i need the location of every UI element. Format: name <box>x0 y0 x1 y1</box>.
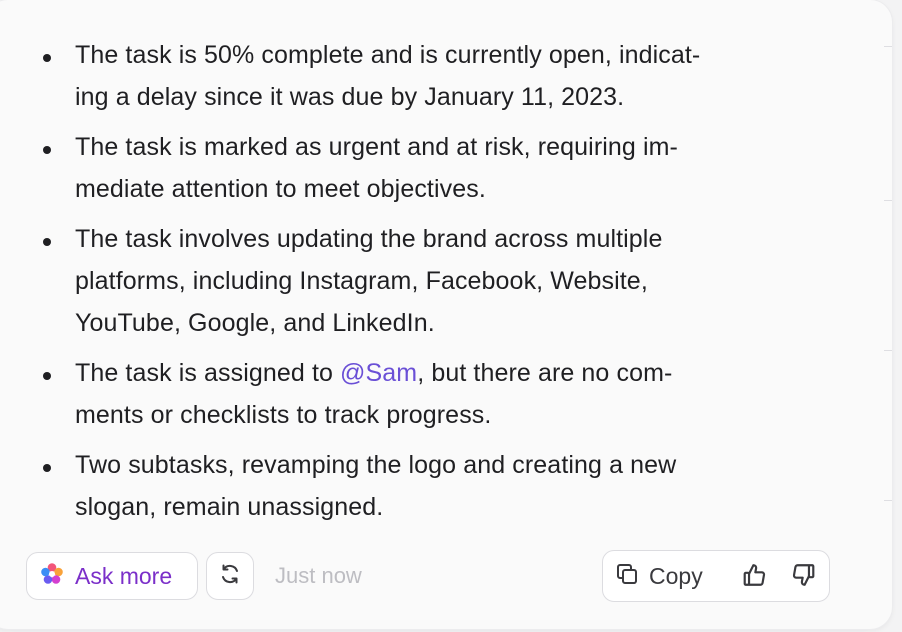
thumbs-down-button[interactable] <box>789 563 817 591</box>
bullet-dot <box>43 464 51 472</box>
copy-icon <box>615 562 639 591</box>
bullet-text: Two subtasks, revamping the logo and cre… <box>75 451 677 521</box>
bullet-text: The task is 50% complete and is currentl… <box>75 41 701 111</box>
list-item: Two subtasks, revamping the logo and cre… <box>42 444 822 528</box>
bullet-dot <box>43 238 51 246</box>
timestamp: Just now <box>275 563 362 588</box>
bullet-dot <box>43 146 51 154</box>
ask-more-button[interactable]: Ask more <box>26 552 198 600</box>
summary-list: The task is 50% complete and is currentl… <box>42 34 822 536</box>
edge-divider <box>884 46 892 47</box>
bullet-text: The task is assigned to @Sam, but there … <box>75 359 672 429</box>
bullet-dot <box>43 54 51 62</box>
list-item: The task is assigned to @Sam, but there … <box>42 352 822 436</box>
sparkle-flower-icon <box>39 561 65 592</box>
bullet-dot <box>43 372 51 380</box>
edge-divider <box>884 350 892 351</box>
list-item: The task involves updating the brand acr… <box>42 218 822 344</box>
copy-button[interactable]: Copy <box>615 551 703 601</box>
bullet-text: The task is marked as urgent and at risk… <box>75 133 678 203</box>
bullet-text: The task involves updating the brand acr… <box>75 225 663 337</box>
edge-divider <box>884 500 892 501</box>
ai-summary-card: The task is 50% complete and is currentl… <box>0 0 892 629</box>
list-item: The task is 50% complete and is currentl… <box>42 34 822 118</box>
thumbs-up-icon <box>742 562 768 593</box>
list-item: The task is marked as urgent and at risk… <box>42 126 822 210</box>
bullet-text-before: The task is assigned to <box>75 359 341 387</box>
response-actions: Copy <box>602 550 830 602</box>
refresh-icon <box>218 562 242 591</box>
edge-divider <box>884 200 892 201</box>
regenerate-button[interactable] <box>206 552 254 600</box>
copy-label: Copy <box>649 562 703 589</box>
ask-more-label: Ask more <box>75 562 173 589</box>
user-mention[interactable]: @Sam <box>340 359 417 387</box>
thumbs-up-button[interactable] <box>741 563 769 591</box>
thumbs-down-icon <box>790 562 816 593</box>
